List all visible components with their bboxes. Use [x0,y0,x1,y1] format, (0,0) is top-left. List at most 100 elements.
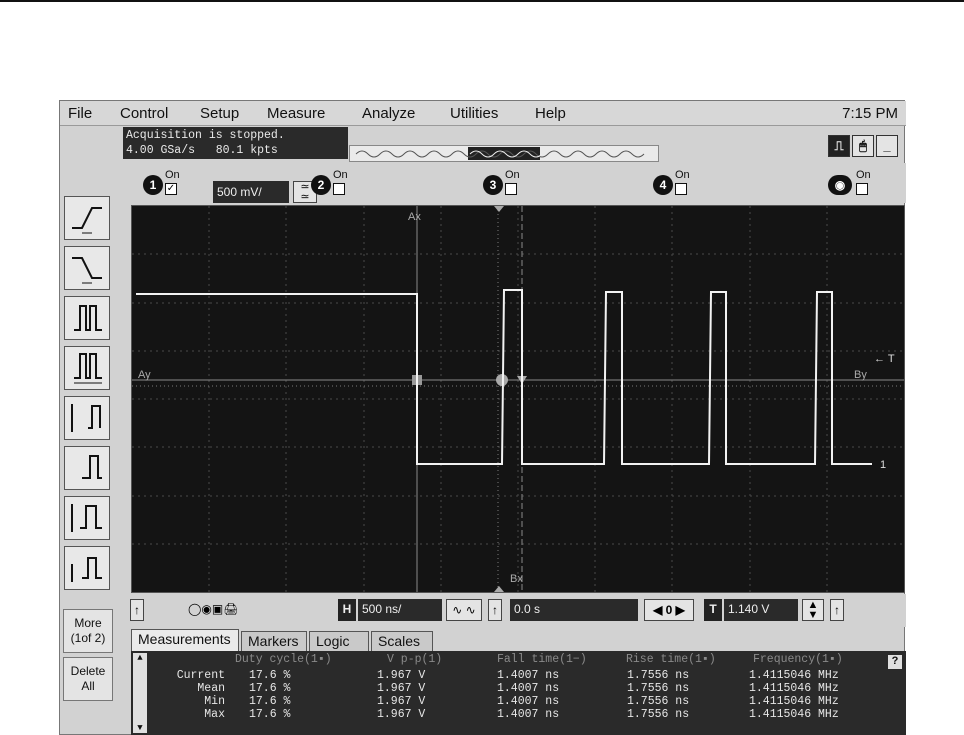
arrow-up-icon[interactable]: ↑ [130,599,144,621]
tab-scales[interactable]: Scales [371,631,433,651]
row-label: Mean [197,682,225,695]
menu-measure[interactable]: Measure [267,105,325,122]
marker-ax-label: Ax [408,211,421,223]
header-duty-cycle: Duty cycle(1▪) [235,653,332,666]
run-stop-icon[interactable]: ⎍ [828,135,850,157]
page-top-rule [0,0,964,2]
horizontal-delay[interactable]: 0.0 s [510,599,638,621]
trigger-toolbar [64,196,114,601]
cell-duty: 17.6 % [249,695,291,708]
math-eye-icon[interactable]: ◉ [828,175,852,195]
waveform-display[interactable]: Ax Ay Bx By ← T 1 [131,205,905,593]
period-icon [74,353,102,384]
tab-measurements[interactable]: Measurements [131,629,239,651]
status-line-1: Acquisition is stopped. [126,129,285,142]
scroll-down-icon[interactable]: ▼ [133,723,147,733]
menu-file[interactable]: File [68,105,92,122]
period-button[interactable] [64,346,110,390]
more-label: More [74,616,102,630]
amplitude-icon [71,504,102,532]
fall-edge-button[interactable] [64,246,110,290]
cell-vpp: 1.967 V [377,682,426,695]
rise-time-button[interactable] [64,396,110,440]
cell-vpp: 1.967 V [377,708,426,721]
table-row: Current 17.6 % 1.967 V 1.4007 ns 1.7556 … [131,669,906,682]
cell-rise: 1.7556 ns [627,695,690,708]
menu-setup[interactable]: Setup [200,105,239,122]
channel-1-trace [136,289,872,465]
trigger-level-marker[interactable]: ← T [874,353,895,365]
scroll-up-icon[interactable]: ▲ [133,653,147,663]
clock: 7:15 PM [842,105,898,122]
fall-time-button[interactable] [64,446,110,490]
marker-ay-label: Ay [138,369,151,381]
channel-2-badge[interactable]: 2 [311,175,331,195]
ground-marker[interactable]: 1 [880,459,886,471]
rise-time-icon [71,404,101,432]
marker-by-label: By [854,369,867,381]
overview-waveform-icon [355,147,645,160]
channel-1-checkbox[interactable]: ✓ [165,183,177,195]
cell-rise: 1.7556 ns [627,682,690,695]
more-button[interactable]: More (1of 2) [63,609,113,653]
channel-3-badge[interactable]: 3 [483,175,503,195]
channel-4-checkbox[interactable] [675,183,687,195]
table-row: Max 17.6 % 1.967 V 1.4007 ns 1.7556 ns 1… [131,708,906,721]
delete-label: Delete [70,664,106,678]
row-label: Min [204,695,225,708]
tab-logic[interactable]: Logic [309,631,369,651]
rise-edge-button[interactable] [64,196,110,240]
cell-fall: 1.4007 ns [497,695,560,708]
help-button[interactable]: ? [888,655,902,669]
row-label: Current [176,669,225,682]
menu-help[interactable]: Help [535,105,566,122]
channel-bar: 1 On ✓ 500 mV/ ≃ ≃ 2 On 3 On 4 On ◉ On [123,163,906,203]
channel-3-checkbox[interactable] [505,183,517,195]
header-rise-time: Rise time(1▪) [626,653,716,666]
acquisition-mode-icons[interactable]: ◯◉▣🖨 [188,599,268,621]
cell-freq: 1.4115046 MHz [749,682,839,695]
menu-control[interactable]: Control [120,105,168,122]
pulse-width-icon [74,305,102,331]
trigger-level[interactable]: 1.140 V [724,599,798,621]
minimize-button[interactable]: _ [876,135,898,157]
channel-3-on-label: On [505,169,520,181]
delay-arrow-icon[interactable]: ↑ [488,599,502,621]
header-fall-time: Fall time(1−) [497,653,587,666]
tab-markers[interactable]: Markers [241,631,307,651]
math-checkbox[interactable] [856,183,868,195]
top-base-button[interactable] [64,546,110,590]
channel-4-badge[interactable]: 4 [653,175,673,195]
delete-all-button[interactable]: Delete All [63,657,113,701]
menu-analyze[interactable]: Analyze [362,105,415,122]
menu-utilities[interactable]: Utilities [450,105,498,122]
channel-1-scale[interactable]: 500 mV/ [213,181,289,203]
timebase-scale[interactable]: 500 ns/ [358,599,442,621]
channel-2-checkbox[interactable] [333,183,345,195]
channel-1-on-label: On [165,169,180,181]
channel-4-on-label: On [675,169,690,181]
trigger-arrow-icon[interactable]: ↑ [830,599,844,621]
row-label: Max [204,708,225,721]
trigger-position-icon [494,206,504,212]
trigger-level-spinner[interactable]: ▲ ▼ [802,599,824,621]
fall-time-icon [82,455,102,479]
waveform-overview[interactable] [349,145,659,162]
pulse-width-button[interactable] [64,296,110,340]
header-frequency: Frequency(1▪) [753,653,843,666]
amplitude-button[interactable] [64,496,110,540]
mouse-mode-icon[interactable]: 🖱 [852,135,874,157]
trigger-position-bottom-icon [494,586,504,592]
horizontal-controls: ↑ ◯◉▣🖨 H 500 ns/ ∿ ∿ ↑ 0.0 s ◀ 0 ▶ T 1.1… [128,594,906,627]
channel-1-badge[interactable]: 1 [143,175,163,195]
timebase-knob[interactable]: ∿ ∿ [446,599,482,621]
status-line-2: 4.00 GSa/s 80.1 kpts [126,144,278,157]
table-row: Min 17.6 % 1.967 V 1.4007 ns 1.7556 ns 1… [131,695,906,708]
window-buttons: ⎍ 🖱 _ [826,135,898,157]
cell-duty: 17.6 % [249,682,291,695]
fall-edge-icon [72,257,102,284]
h-icon: H [338,599,356,621]
rise-edge-icon [72,207,102,234]
delay-nudge-control[interactable]: ◀ 0 ▶ [644,599,694,621]
cell-rise: 1.7556 ns [627,708,690,721]
